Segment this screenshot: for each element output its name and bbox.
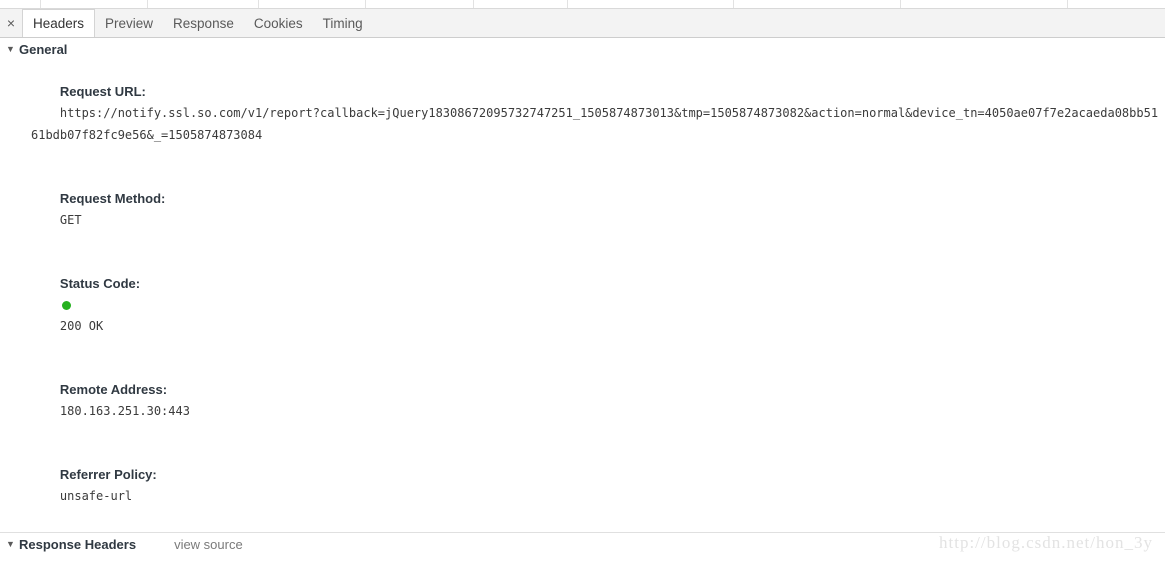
view-source-link[interactable]: view source [174,537,243,552]
column-divider [733,0,734,8]
response-headers-rows: Connection: close Content-Type: applicat… [0,554,1165,567]
tab-response[interactable]: Response [163,9,244,37]
tab-cookies[interactable]: Cookies [244,9,313,37]
close-icon[interactable]: × [0,9,22,37]
section-general: ▼ General Request URL: https://notify.ss… [0,38,1165,533]
header-row: Referrer Policy: unsafe-url [31,443,1165,528]
chevron-down-icon: ▼ [6,539,15,549]
header-value: 180.163.251.30:443 [59,404,190,418]
headers-panel: ▼ General Request URL: https://notify.ss… [0,38,1165,567]
header-name: Remote Address: [59,382,168,397]
header-name: Referrer Policy: [59,467,157,482]
header-value: https://notify.ssl.so.com/v1/report?call… [31,106,1159,142]
header-value: unsafe-url [59,489,133,503]
column-divider [1067,0,1068,8]
header-row: Connection: close [31,555,1165,567]
watermark: http://blog.csdn.net/hon_3y [939,533,1153,552]
tab-preview[interactable]: Preview [95,9,163,37]
detail-tab-bar: × Headers Preview Response Cookies Timin… [0,9,1165,38]
column-divider [365,0,366,8]
tab-headers[interactable]: Headers [22,9,96,37]
header-name: Status Code: [59,276,141,291]
header-row: Remote Address: 180.163.251.30:443 [31,358,1165,443]
column-divider [900,0,901,8]
section-response-headers-title: Response Headers [19,537,137,552]
column-divider [40,0,41,8]
section-general-title: General [19,42,68,57]
column-divider [147,0,148,8]
column-divider [473,0,474,8]
column-divider [258,0,259,8]
header-row: Request Method: GET [31,167,1165,252]
column-divider [567,0,568,8]
header-row: Status Code: 200 OK [31,252,1165,358]
section-general-header[interactable]: ▼ General [0,38,1165,59]
header-value: GET [59,213,82,227]
chevron-down-icon: ▼ [6,44,15,54]
header-row: Request URL: https://notify.ssl.so.com/v… [31,60,1165,167]
tab-timing[interactable]: Timing [313,9,373,37]
network-table-remnant [0,0,1165,9]
header-name: Request URL: [59,84,146,99]
general-rows: Request URL: https://notify.ssl.so.com/v… [0,59,1165,528]
header-value: 200 OK [59,319,104,333]
header-name: Request Method: [59,191,166,206]
status-ok-icon [61,301,71,310]
